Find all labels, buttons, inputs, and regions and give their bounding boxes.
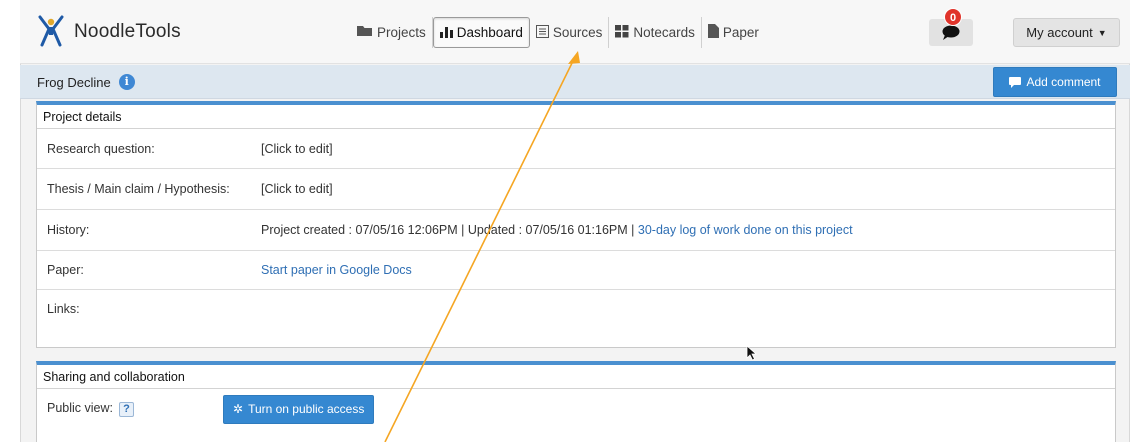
add-comment-label: Add comment [1026,75,1101,89]
project-details-heading: Project details [37,105,1115,129]
public-view-label: Public view: [47,401,113,415]
nav-dashboard-label: Dashboard [456,25,523,40]
detail-row-research-question: Research question: [Click to edit] [37,129,1115,169]
nav-sources-label: Sources [552,25,603,40]
top-navbar: NoodleTools Projects Dashboard Sources N… [20,0,1130,64]
caret-down-icon: ▼ [1097,27,1107,38]
detail-label: Links: [47,302,80,316]
account-label: My account [1026,25,1093,40]
account-menu-button[interactable]: My account ▼ [1013,18,1120,47]
add-comment-button[interactable]: Add comment [993,67,1117,97]
public-access-label: Turn on public access [248,402,365,416]
public-view-row: Public view:? ✲ Turn on public access [37,389,1115,429]
app-logo[interactable]: NoodleTools [36,12,181,52]
nav-sources[interactable]: Sources [530,17,610,48]
detail-row-links: Links: [37,290,1115,328]
detail-row-paper: Paper: Start paper in Google Docs [37,251,1115,290]
comment-icon [1009,76,1022,88]
main-nav: Projects Dashboard Sources Notecards Pap… [351,17,765,48]
turn-on-public-access-button[interactable]: ✲ Turn on public access [223,394,375,424]
thesis-field[interactable]: [Click to edit] [261,182,1115,196]
sharing-heading: Sharing and collaboration [37,365,1115,389]
project-title: Frog Decline i [37,74,135,90]
detail-label: Research question: [47,141,155,156]
mouse-cursor-icon [746,345,758,361]
nav-projects[interactable]: Projects [351,17,433,48]
bar-chart-icon [439,25,453,41]
nav-projects-label: Projects [377,25,426,40]
nav-notecards[interactable]: Notecards [609,17,702,48]
info-icon[interactable]: i [118,74,135,90]
start-paper-link[interactable]: Start paper in Google Docs [261,263,412,277]
detail-row-thesis: Thesis / Main claim / Hypothesis: [Click… [37,169,1115,210]
comment-count-badge: 0 [944,8,962,26]
list-icon [535,24,549,41]
nav-notecards-label: Notecards [633,25,695,40]
app-name: NoodleTools [74,21,181,42]
nav-paper[interactable]: Paper [702,17,765,48]
document-icon [707,24,719,41]
public-view-label-wrap: Public view:? [37,401,223,417]
grid-icon [615,24,629,41]
noodletools-logo-icon [38,15,64,47]
nav-paper-label: Paper [722,25,759,40]
detail-label: Thesis / Main claim / Hypothesis: [47,182,230,196]
work-log-link[interactable]: 30-day log of work done on this project [638,223,853,237]
project-header-bar: Frog Decline i Add comment [20,65,1130,99]
gear-icon: ✲ [233,402,244,416]
speech-bubble-icon [942,25,960,40]
history-value: Project created : 07/05/16 12:06PM | Upd… [261,223,1115,237]
detail-label: History: [47,223,90,237]
nav-dashboard[interactable]: Dashboard [432,17,530,48]
history-text: Project created : 07/05/16 12:06PM | Upd… [261,223,638,237]
help-icon[interactable]: ? [119,402,134,417]
research-question-field[interactable]: [Click to edit] [261,142,1115,156]
detail-label: Paper: [47,263,84,277]
sharing-panel: Sharing and collaboration Public view:? … [36,361,1116,442]
folder-icon [357,25,373,40]
project-title-text: Frog Decline [37,74,111,90]
detail-row-history: History: Project created : 07/05/16 12:0… [37,210,1115,251]
project-details-panel: Project details Research question: [Clic… [36,101,1116,348]
